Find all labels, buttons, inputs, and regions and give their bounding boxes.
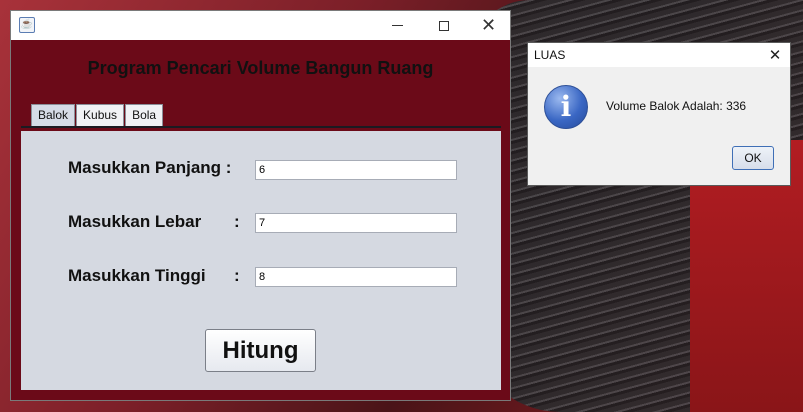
panjang-input[interactable]: [255, 160, 457, 180]
minimize-button[interactable]: [375, 11, 420, 40]
tinggi-label: Masukkan Tinggi: [68, 266, 206, 285]
information-icon: i: [544, 85, 588, 129]
dialog-close-button[interactable]: ✕: [760, 43, 790, 67]
luas-dialog: LUAS ✕ i Volume Balok Adalah: 336 OK: [527, 42, 791, 186]
minimize-icon: [392, 25, 403, 26]
close-icon: ✕: [768, 46, 782, 64]
ok-button[interactable]: OK: [732, 146, 774, 170]
lebar-label: Masukkan Lebar: [68, 212, 202, 231]
tab-strip: Balok Kubus Bola: [31, 104, 164, 127]
dialog-title: LUAS: [534, 48, 566, 62]
dialog-title-bar[interactable]: LUAS ✕: [528, 43, 790, 67]
panjang-label: Masukkan Panjang :: [68, 158, 232, 177]
tab-bola[interactable]: Bola: [125, 104, 164, 126]
close-icon: ✕: [480, 15, 497, 36]
close-button[interactable]: ✕: [466, 11, 511, 40]
lebar-colon: :: [234, 212, 240, 231]
maximize-icon: [438, 20, 449, 31]
page-title: Program Pencari Volume Bangun Ruang: [87, 58, 434, 78]
hitung-button[interactable]: Hitung: [205, 329, 316, 372]
tab-balok[interactable]: Balok: [31, 104, 76, 127]
tinggi-input[interactable]: [255, 267, 457, 287]
main-content: Program Pencari Volume Bangun Ruang Balo…: [11, 40, 510, 400]
maximize-button[interactable]: [421, 11, 466, 40]
lebar-input[interactable]: [255, 213, 457, 233]
tab-kubus[interactable]: Kubus: [76, 104, 125, 126]
tinggi-colon: :: [234, 266, 240, 285]
main-window: ☕ ✕ Program Pencari Volume Bangun Ruang …: [10, 10, 511, 401]
balok-panel: Masukkan Panjang : Masukkan Lebar : Masu…: [21, 131, 501, 390]
tab-divider: [21, 126, 501, 128]
main-title-bar[interactable]: ☕ ✕: [11, 11, 510, 40]
java-cup-icon: ☕: [19, 17, 35, 33]
dialog-message: Volume Balok Adalah: 336: [606, 99, 747, 113]
